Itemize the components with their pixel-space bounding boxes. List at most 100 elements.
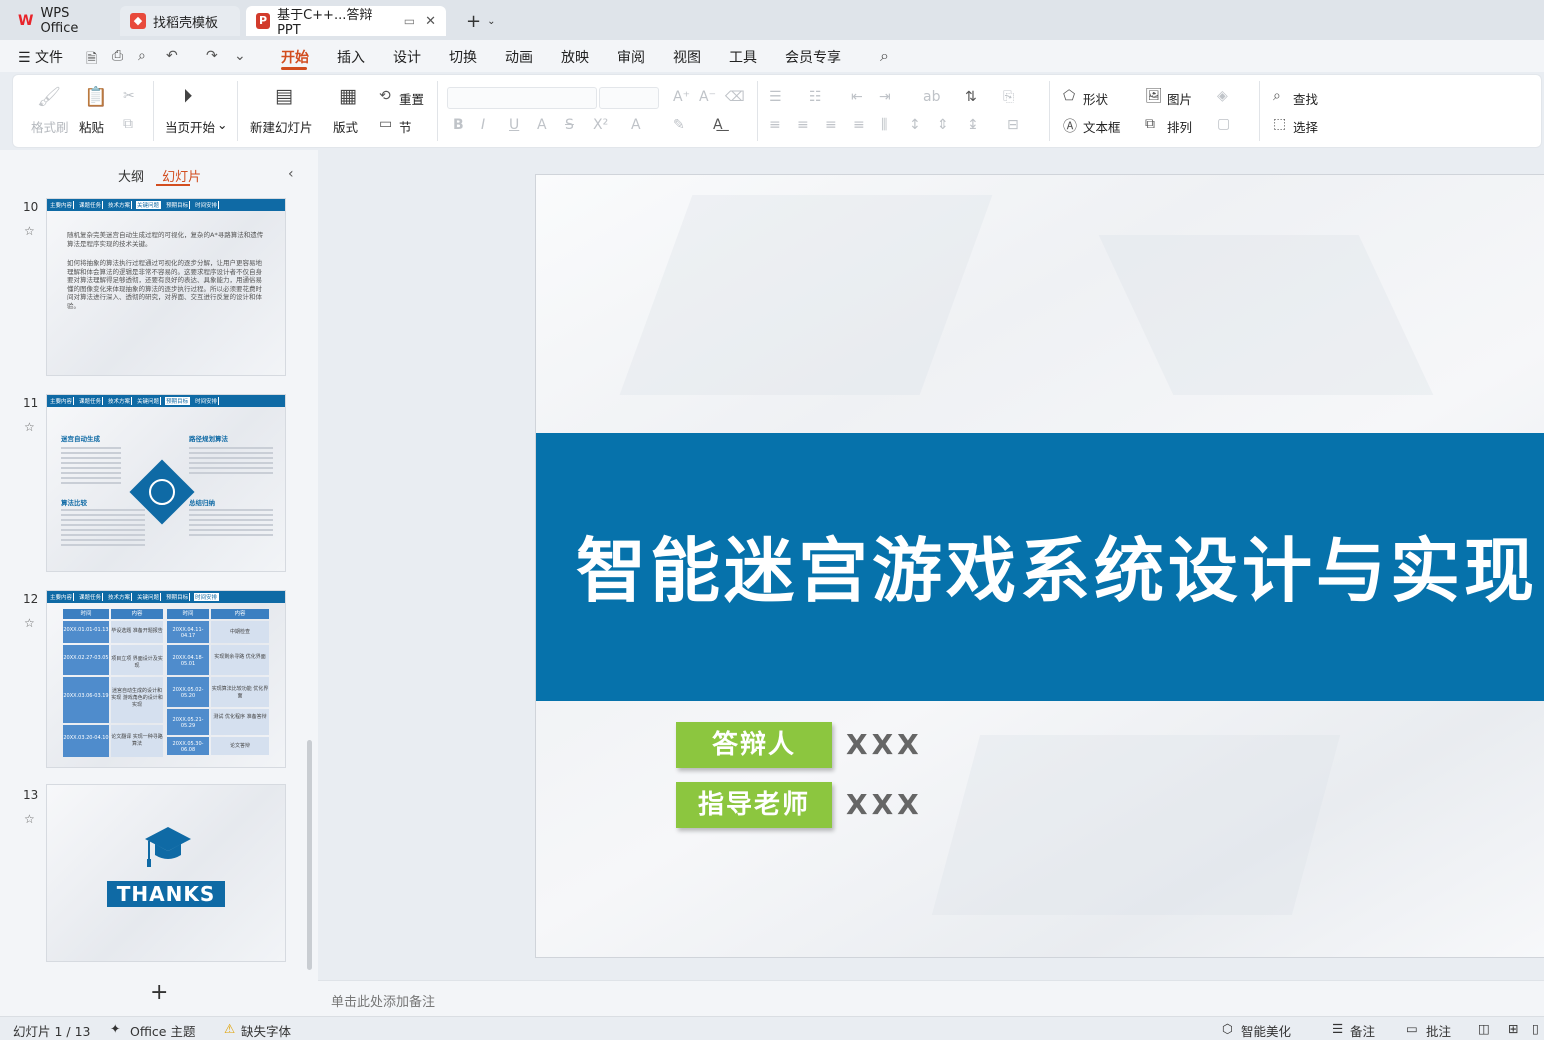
menu-tools[interactable]: 工具 bbox=[729, 47, 757, 67]
normal-view-icon[interactable]: ◫ bbox=[1478, 1021, 1490, 1036]
picture-button[interactable]: 图片 bbox=[1167, 89, 1192, 108]
add-slide-button[interactable]: + bbox=[150, 980, 168, 1005]
collapse-panel-icon[interactable]: ‹ bbox=[288, 166, 294, 182]
highlight-icon[interactable]: ✎ bbox=[673, 117, 685, 133]
menu-insert[interactable]: 插入 bbox=[337, 47, 365, 67]
fill-icon[interactable]: ◈ bbox=[1217, 88, 1228, 104]
arrange-button[interactable]: 排列 bbox=[1167, 117, 1192, 136]
tab-document[interactable]: P 基于C++...答辩PPT ▭ ✕ bbox=[246, 6, 446, 38]
star-icon[interactable]: ☆ bbox=[24, 420, 35, 434]
shape-button[interactable]: 形状 bbox=[1083, 89, 1108, 108]
print-preview-icon[interactable]: ⌕ bbox=[138, 48, 146, 64]
missing-font[interactable]: 缺失字体 bbox=[241, 1021, 291, 1040]
tab-wps-office[interactable]: W WPS Office bbox=[8, 6, 116, 36]
paragraph-spacing-icon[interactable]: ⇕ bbox=[937, 117, 949, 133]
sort-icon[interactable]: ⇅ bbox=[965, 89, 977, 105]
cut-icon[interactable]: ✂ bbox=[123, 88, 135, 104]
justify-icon[interactable]: ≡ bbox=[853, 117, 865, 133]
clear-format-icon[interactable]: ⌫ bbox=[725, 89, 745, 105]
reset-button[interactable]: 重置 bbox=[399, 89, 424, 108]
notes-pane[interactable]: 单击此处添加备注 bbox=[318, 980, 1544, 1016]
outline-icon[interactable]: ▢ bbox=[1217, 116, 1230, 132]
search-icon[interactable]: ⌕ bbox=[880, 46, 889, 66]
tab-slides[interactable]: 幻灯片 bbox=[162, 170, 201, 185]
redo-icon[interactable]: ↷ bbox=[206, 48, 218, 64]
slide-thumbnail-13[interactable]: THANKS bbox=[46, 784, 286, 962]
play-from-current-button[interactable]: 当页开始 bbox=[165, 117, 215, 136]
section-button[interactable]: 节 bbox=[399, 117, 412, 136]
smart-beautify-button[interactable]: 智能美化 bbox=[1241, 1021, 1291, 1040]
panel-scrollbar[interactable] bbox=[307, 740, 312, 970]
strikethrough-icon[interactable]: S bbox=[565, 117, 574, 133]
thumb-table-cell: 中期检查 bbox=[211, 621, 269, 643]
advisor-value[interactable]: XXX bbox=[846, 788, 923, 821]
presenter-value[interactable]: XXX bbox=[846, 728, 923, 761]
distribute-icon[interactable]: ⫼ bbox=[881, 117, 887, 133]
quick-access-chevron-icon[interactable]: ⌄ bbox=[234, 48, 246, 64]
print-icon[interactable]: ⎙ bbox=[112, 48, 123, 64]
char-spacing-icon[interactable]: A͟ bbox=[713, 117, 723, 133]
font-size-select[interactable] bbox=[599, 87, 659, 109]
star-icon[interactable]: ☆ bbox=[24, 616, 35, 630]
star-icon[interactable]: ☆ bbox=[24, 812, 35, 826]
comments-button[interactable]: 批注 bbox=[1426, 1021, 1451, 1040]
slide-sorter-icon[interactable]: ⊞ bbox=[1508, 1021, 1518, 1036]
copy-icon[interactable]: ⧉ bbox=[123, 116, 133, 132]
slide-title[interactable]: 智能迷宫游戏系统设计与实现 bbox=[576, 515, 1538, 616]
file-menu[interactable]: ☰ 文件 bbox=[18, 47, 63, 67]
layout-button[interactable]: 版式 bbox=[333, 117, 358, 136]
menu-home[interactable]: 开始 bbox=[281, 47, 309, 67]
slide-thumbnail-10[interactable]: 主要内容 课题任务 技术方案 关键问题 预期目标 时间安排 随机复杂完美迷宫自动… bbox=[46, 198, 286, 376]
spacing-icon[interactable]: ↨ bbox=[967, 117, 979, 133]
menu-member[interactable]: 会员专享 bbox=[785, 47, 841, 67]
align-left-icon[interactable]: ≡ bbox=[769, 117, 781, 133]
align-center-icon[interactable]: ≡ bbox=[797, 117, 809, 133]
convert-icon[interactable]: ⎘ bbox=[1003, 89, 1014, 105]
advisor-label[interactable]: 指导老师 bbox=[676, 782, 832, 828]
new-tab-button[interactable]: + ⌄ bbox=[456, 6, 496, 36]
bullet-list-icon[interactable]: ☰ bbox=[769, 89, 782, 105]
bold-icon[interactable]: B bbox=[453, 117, 464, 133]
align-right-icon[interactable]: ≡ bbox=[825, 117, 837, 133]
number-list-icon[interactable]: ☷ bbox=[809, 89, 822, 105]
notes-button[interactable]: 备注 bbox=[1350, 1021, 1375, 1040]
close-tab-icon[interactable]: ✕ bbox=[425, 14, 436, 29]
find-button[interactable]: 查找 bbox=[1293, 89, 1318, 108]
menu-transition[interactable]: 切换 bbox=[449, 47, 477, 67]
paste-button[interactable]: 粘贴 bbox=[79, 117, 104, 136]
textbox-button[interactable]: 文本框 bbox=[1083, 117, 1121, 136]
slide-thumbnail-12[interactable]: 主要内容 课题任务 技术方案 关键问题 预期目标 时间安排 时间 内容 20XX… bbox=[46, 590, 286, 768]
menu-animation[interactable]: 动画 bbox=[505, 47, 533, 67]
font-color-icon[interactable]: A bbox=[631, 117, 641, 133]
decrease-font-icon[interactable]: A⁻ bbox=[699, 89, 716, 105]
indent-icon[interactable]: ⇥ bbox=[879, 89, 891, 105]
font-family-select[interactable] bbox=[447, 87, 597, 109]
tab-find-template[interactable]: ◆ 找稻壳模板 bbox=[120, 6, 240, 36]
tab-outline[interactable]: 大纲 bbox=[118, 170, 144, 185]
reading-view-icon[interactable]: ▯ bbox=[1532, 1021, 1539, 1036]
underline-icon[interactable]: U bbox=[509, 117, 519, 133]
text-shadow-icon[interactable]: A bbox=[537, 117, 547, 133]
presenter-label[interactable]: 答辩人 bbox=[676, 722, 832, 768]
outdent-icon[interactable]: ⇤ bbox=[851, 89, 863, 105]
line-spacing-icon[interactable]: ↕ bbox=[909, 117, 921, 133]
slide-thumbnail-11[interactable]: 主要内容 课题任务 技术方案 关键问题 预期目标 时间安排 迷宫自动生成 路径规… bbox=[46, 394, 286, 572]
star-icon[interactable]: ☆ bbox=[24, 224, 35, 238]
save-icon[interactable]: 🗎 bbox=[86, 48, 97, 72]
text-direction-icon[interactable]: ab bbox=[923, 89, 940, 105]
current-slide[interactable]: 智能迷宫游戏系统设计与实现 答辩人 XXX 指导老师 XXX bbox=[535, 174, 1544, 958]
menu-review[interactable]: 审阅 bbox=[617, 47, 645, 67]
theme-name[interactable]: Office 主题 bbox=[130, 1021, 195, 1040]
menu-design[interactable]: 设计 bbox=[393, 47, 421, 67]
format-painter-button[interactable]: 格式刷 bbox=[31, 117, 69, 136]
italic-icon[interactable]: I bbox=[481, 117, 485, 133]
menu-view[interactable]: 视图 bbox=[673, 47, 701, 67]
superscript-icon[interactable]: X² bbox=[593, 117, 608, 133]
text-box-align-icon[interactable]: ⊟ bbox=[1007, 117, 1019, 133]
increase-font-icon[interactable]: A⁺ bbox=[673, 89, 690, 105]
undo-icon[interactable]: ↶ bbox=[166, 48, 178, 64]
window-mode-icon[interactable]: ▭ bbox=[404, 14, 415, 28]
select-button[interactable]: 选择 bbox=[1293, 117, 1318, 136]
menu-slideshow[interactable]: 放映 bbox=[561, 47, 589, 67]
new-slide-button[interactable]: 新建幻灯片 bbox=[250, 117, 313, 136]
